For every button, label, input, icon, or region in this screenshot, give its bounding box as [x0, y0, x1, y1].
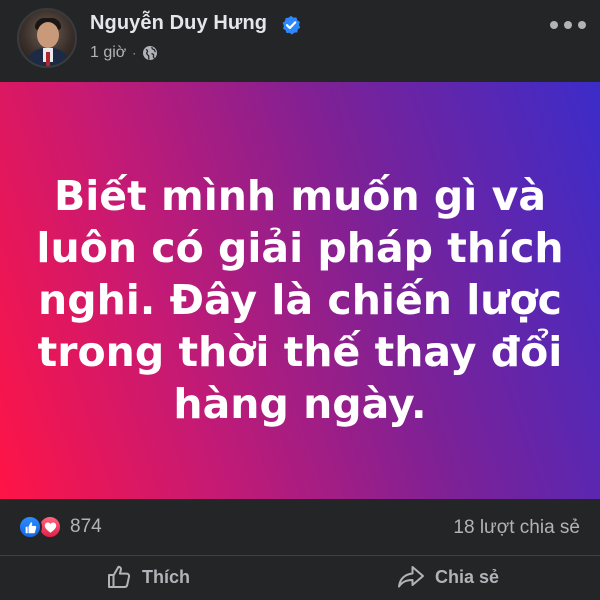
more-dot: [564, 21, 572, 29]
reaction-count: 874: [70, 516, 102, 537]
share-arrow-icon: [398, 566, 424, 588]
verified-badge-icon: [282, 15, 301, 35]
post-text: Biết mình muốn gì và luôn có giải pháp t…: [36, 171, 564, 428]
post-stats: 874 18 lượt chia sẻ: [0, 499, 600, 555]
author-name[interactable]: Nguyễn Duy Hưng: [90, 12, 267, 35]
avatar-face: [37, 22, 59, 48]
share-button[interactable]: Chia sẻ: [397, 564, 499, 590]
share-count[interactable]: 18 lượt chia sẻ: [453, 517, 580, 539]
post-meta: 1 giờ ·: [90, 44, 158, 62]
thumbs-up-icon: [108, 565, 131, 588]
more-dot: [578, 21, 586, 29]
author-avatar[interactable]: [17, 8, 77, 68]
more-dot: [550, 21, 558, 29]
status-background: Biết mình muốn gì và luôn có giải pháp t…: [0, 82, 600, 499]
more-options-icon[interactable]: [550, 16, 586, 34]
share-label: Chia sẻ: [435, 566, 500, 587]
like-button[interactable]: Thích: [106, 564, 190, 590]
like-label: Thích: [142, 566, 190, 587]
action-bar: Thích Chia sẻ: [0, 555, 600, 600]
meta-separator: ·: [132, 46, 137, 60]
post-header: Nguyễn Duy Hưng 1 giờ ·: [0, 0, 600, 82]
like-icon: [18, 515, 42, 539]
post-card: Nguyễn Duy Hưng 1 giờ · Biết mình muốn g…: [0, 0, 600, 600]
globe-icon[interactable]: [142, 45, 158, 61]
post-time[interactable]: 1 giờ: [90, 44, 126, 62]
reactions-summary[interactable]: 874: [18, 515, 102, 539]
avatar-tie: [46, 52, 50, 66]
